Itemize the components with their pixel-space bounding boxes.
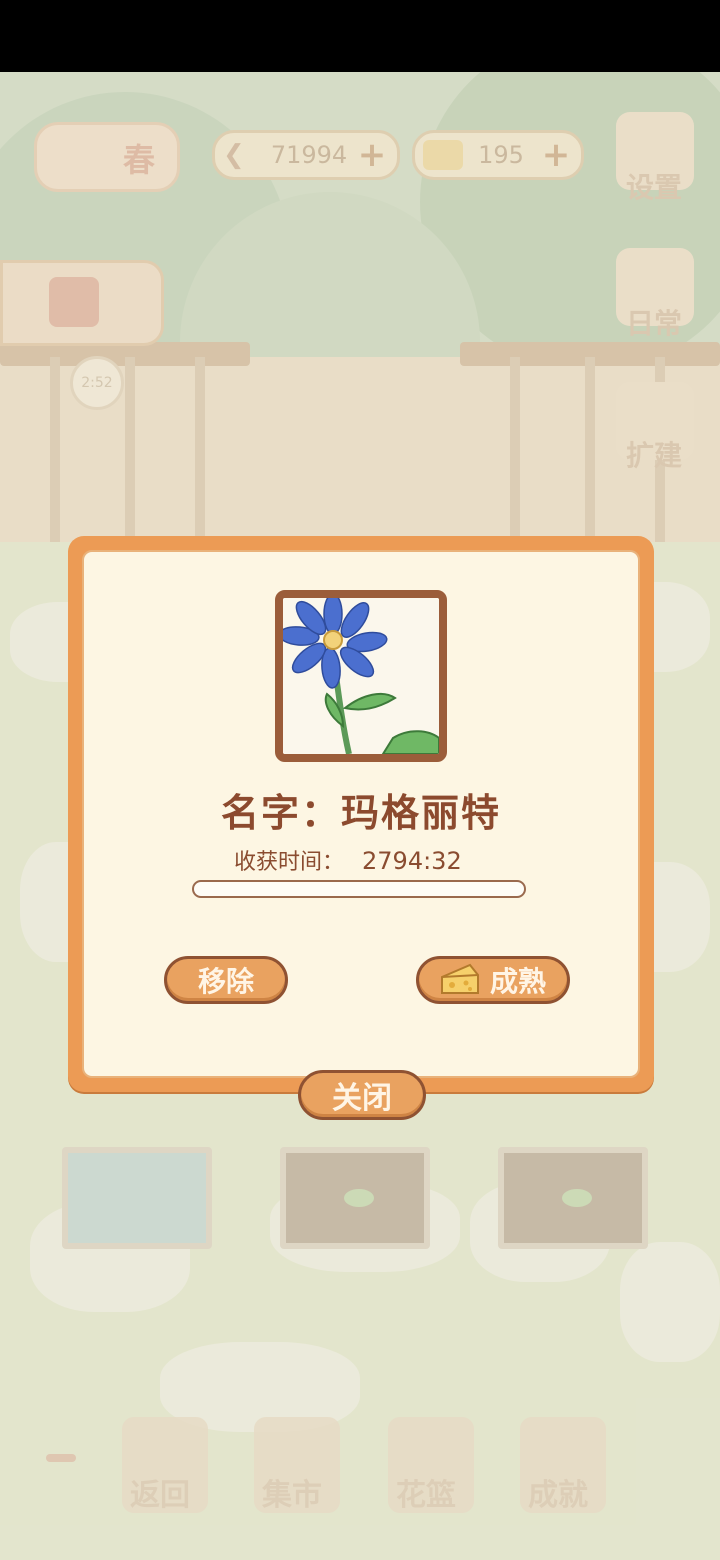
harvest-time: 收获时间： 2794:32	[234, 844, 462, 876]
close-label: 关闭	[332, 1081, 392, 1116]
harvest-time-label: 收获时间：	[234, 850, 345, 875]
status-bar	[0, 0, 720, 72]
flower-info-dialog: 名字：玛格丽特 收获时间： 2794:32 移除 成熟	[68, 536, 654, 1092]
harvest-time-value: 2794:32	[362, 847, 462, 875]
growth-progress-bar	[192, 880, 526, 898]
dialog-panel: 名字：玛格丽特 收获时间： 2794:32 移除 成熟	[82, 550, 640, 1078]
flower-name: 名字：玛格丽特	[220, 791, 501, 835]
remove-button[interactable]: 移除	[164, 956, 288, 1004]
flower-icon	[283, 598, 439, 754]
remove-label: 移除	[197, 965, 254, 998]
cheese-icon	[440, 963, 479, 994]
mature-label: 成熟	[489, 965, 546, 998]
flower-portrait	[275, 590, 447, 762]
mature-button[interactable]: 成熟	[416, 956, 570, 1004]
close-button[interactable]: 关闭	[298, 1070, 426, 1120]
